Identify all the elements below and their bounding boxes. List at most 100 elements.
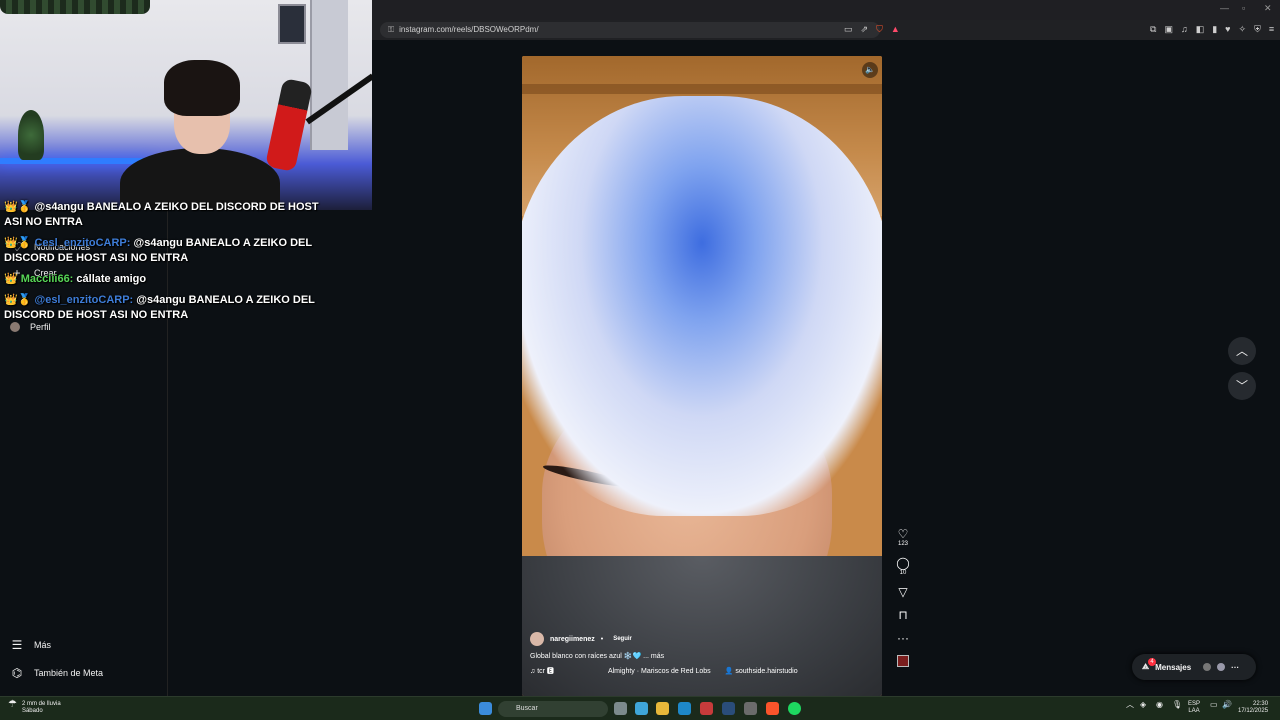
volume-icon[interactable]: 🔈 (862, 62, 878, 78)
send-icon: ▽ (898, 585, 908, 599)
lock-icon: ⚿ (388, 25, 395, 34)
sidebar-icon[interactable]: ◧ (1196, 24, 1205, 35)
menu-icon[interactable]: ≡ (1269, 24, 1274, 35)
brave-shield-icon[interactable]: ⛉ (876, 24, 883, 35)
address-bar-row: ⚿ instagram.com/reels/DBSOWeORPdm/ ▭ ⇗ ⛉ … (372, 20, 1280, 40)
windows-start-icon[interactable] (479, 702, 492, 715)
music-icon[interactable]: ♫ (1181, 24, 1188, 35)
weather-widget[interactable]: ☂ 2 mm de lluvia Sábado (8, 700, 61, 715)
reel-video[interactable] (522, 56, 882, 696)
edge-icon[interactable] (678, 702, 691, 715)
minimize-icon[interactable]: — (1220, 3, 1229, 13)
file-explorer-icon[interactable] (656, 702, 669, 715)
reel-actions: ♡ 123 ◯ 10 ▽ ⊓ ··· (893, 528, 913, 677)
chat-username: Cesl_enzitoCARP: (34, 237, 131, 249)
rewards-icon[interactable]: ▲ (891, 24, 900, 35)
audio-user[interactable]: ♫ tcr 🅴 (530, 666, 554, 676)
url-bar[interactable]: ⚿ instagram.com/reels/DBSOWeORPdm/ (380, 22, 880, 38)
chevron-up-icon: ︿ (1235, 344, 1248, 358)
tagged-user[interactable]: 👤 southside.hairstudio (725, 667, 798, 675)
copilot-icon[interactable] (635, 702, 648, 715)
reel-caption[interactable]: Global blanco con raíces azul ❄️🩵 ... má… (530, 652, 664, 660)
tray-app-icon[interactable]: ◉ (1156, 701, 1163, 709)
extensions-toolbar: ⧉ ▣ ♫ ◧ ▮ ♥ ✧ ⛨ ≡ (1150, 24, 1274, 35)
share-button[interactable]: ▽ (893, 586, 913, 599)
brave-icon[interactable] (766, 702, 779, 715)
share-icon[interactable]: ⇗ (861, 24, 869, 35)
next-reel-button[interactable]: ﹀ (1228, 372, 1256, 400)
door (310, 0, 348, 150)
task-view-icon[interactable] (614, 702, 627, 715)
obs-icon[interactable] (744, 702, 757, 715)
puzzle-icon[interactable]: ⧉ (1150, 24, 1156, 35)
leo-icon[interactable]: ✧ (1239, 24, 1247, 35)
reel-author-avatar[interactable] (530, 632, 544, 646)
calendar-icon[interactable] (700, 702, 713, 715)
avatar (1203, 663, 1212, 671)
person-icon: 👤 (724, 668, 734, 675)
save-button[interactable]: ⊓ (893, 609, 913, 622)
comment-count: 10 (899, 570, 907, 576)
more-icon: ··· (1231, 662, 1240, 672)
messages-label: Mensajes (1155, 662, 1192, 672)
bookmark-icon[interactable]: ▮ (1212, 24, 1217, 35)
tray-app-icon[interactable]: ◈ (1140, 701, 1146, 709)
chat-message: 👑🥇 Cesl_enzitoCARP: @s4angu BANEALO A ZE… (4, 236, 324, 266)
search-label: Buscar (516, 705, 538, 712)
reel-shelf (522, 84, 882, 94)
chat-badges: 👑🥇 (4, 201, 32, 213)
comment-icon: ◯ (896, 556, 910, 570)
language-indicator[interactable]: ESP LAA (1188, 701, 1200, 715)
plant (18, 110, 44, 160)
chat-text: @s4angu BANEALO A ZEIKO DEL DISCORD DE H… (4, 201, 319, 228)
comment-button[interactable]: ◯ 10 (893, 556, 913, 577)
garland-decoration (0, 0, 150, 14)
tagged-user-label: southside.hairstudio (735, 668, 798, 675)
sidebar-item-label: También de Meta (34, 668, 104, 678)
more-icon: ··· (897, 631, 909, 645)
reel-username[interactable]: naregiimenez (550, 636, 595, 643)
music-note-icon: ♫ (530, 668, 536, 675)
reel-meta: naregiimenez • Seguir Global blanco con … (530, 632, 860, 682)
vpn-icon[interactable]: ⛨ (1254, 24, 1261, 35)
url-text: instagram.com/reels/DBSOWeORPdm/ (399, 25, 539, 34)
follow-button[interactable]: Seguir (609, 635, 636, 643)
tray-chevron-icon[interactable]: ︿ (1126, 701, 1134, 709)
audio-track[interactable]: Almighty · Mariscos de Red Lobs (608, 668, 711, 675)
media-icon[interactable]: ▣ (1164, 24, 1173, 35)
bookmark-icon: ⊓ (898, 608, 908, 622)
weather-text: 2 mm de lluvia (21, 701, 61, 707)
microphone-icon[interactable]: 🎙 (1172, 701, 1182, 709)
stream-chat: 👑🥇 @s4angu BANEALO A ZEIKO DEL DISCORD D… (4, 200, 324, 329)
cast-icon[interactable]: ▭ (844, 24, 853, 35)
taskbar-search[interactable]: Buscar (498, 701, 608, 717)
language-code: ESP (1188, 701, 1201, 707)
network-icon[interactable]: ▭ (1210, 701, 1218, 709)
clock-time: 22:30 (1253, 701, 1269, 707)
chat-badges: 👑🥇 (4, 237, 32, 249)
maximize-icon[interactable]: ▫ (1242, 3, 1245, 13)
previous-reel-button[interactable]: ︿ (1228, 337, 1256, 365)
volume-icon[interactable]: 🔊 (1222, 701, 1232, 709)
spotify-icon[interactable] (788, 702, 801, 715)
chat-username: Macciii66: (20, 273, 74, 285)
chat-message: 👑🥇 @s4angu BANEALO A ZEIKO DEL DISCORD D… (4, 200, 324, 230)
browser-title-bar: — ▫ ✕ (372, 0, 1280, 20)
wallet-icon[interactable]: ♥ (1225, 24, 1230, 35)
like-button[interactable]: ♡ 123 (893, 527, 913, 548)
chat-message: 👑 Macciii66: cállate amigo (4, 272, 324, 287)
audio-thumbnail[interactable] (897, 655, 909, 667)
sidebar-item-tambien-de-meta[interactable]: ⌬ También de Meta (10, 666, 103, 680)
messages-badge: 4 (1148, 658, 1156, 666)
close-icon[interactable]: ✕ (1264, 3, 1272, 14)
clock[interactable]: 22:30 17/12/2025 (1238, 701, 1268, 715)
windows-taskbar: ☂ 2 mm de lluvia Sábado Buscar ︿ ◈ ◉ 🎙 ES… (0, 696, 1280, 720)
webcam-overlay (0, 0, 372, 210)
sidebar-item-label: Más (34, 640, 52, 650)
heart-icon: ♡ (897, 527, 909, 541)
steam-icon[interactable] (722, 702, 735, 715)
keyboard-layout: LAA (1188, 708, 1200, 714)
reel-hair (522, 96, 882, 516)
sidebar-item-mas[interactable]: ☰ Más (10, 638, 51, 652)
more-button[interactable]: ··· (893, 632, 913, 645)
